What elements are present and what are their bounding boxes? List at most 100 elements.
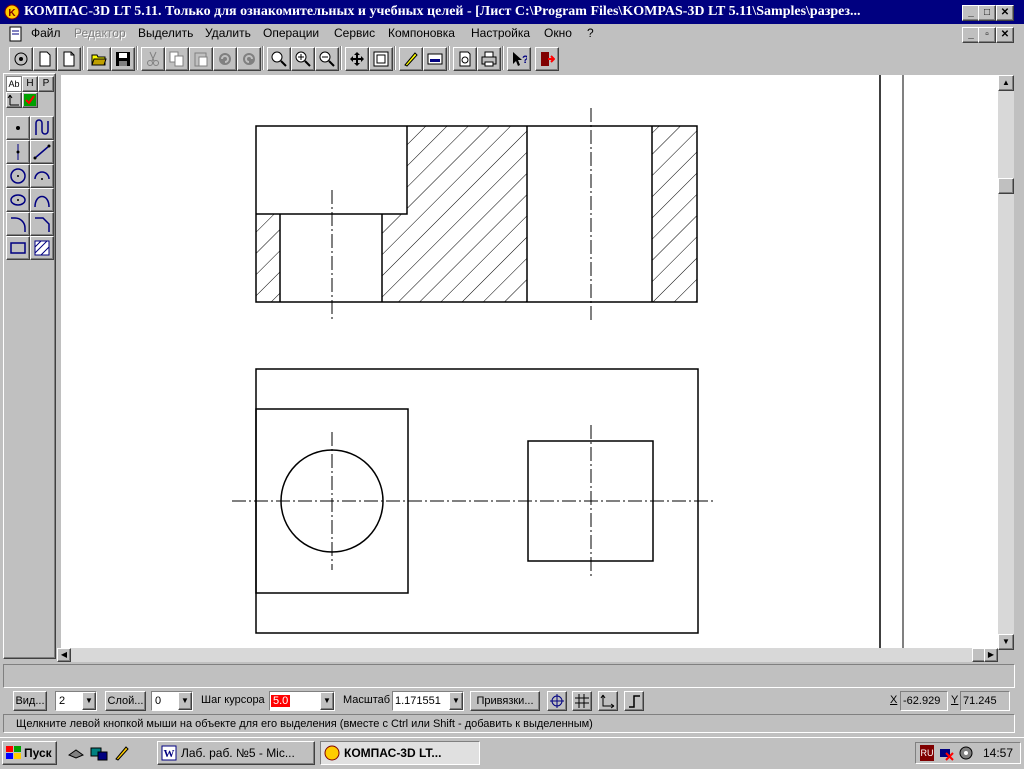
kompas-icon	[324, 745, 340, 761]
show-desktop-icon[interactable]	[90, 745, 108, 761]
local-cs-button[interactable]	[598, 691, 618, 711]
segment-tool[interactable]	[30, 140, 54, 164]
task-word-label: Лаб. раб. №5 - Mic...	[181, 746, 295, 760]
menu-delete[interactable]: Удалить	[205, 26, 251, 40]
network-icon[interactable]	[938, 745, 954, 761]
tab-parameters[interactable]: P	[38, 76, 54, 92]
start-button[interactable]: Пуск	[2, 741, 57, 765]
grid-icon	[575, 694, 589, 708]
point-tool[interactable]	[6, 116, 30, 140]
hatch-tool[interactable]	[30, 236, 54, 260]
print-preview-button[interactable]	[453, 47, 477, 71]
menu-window[interactable]: Окно	[544, 26, 572, 40]
horizontal-scrollbar[interactable]	[57, 648, 998, 662]
ellipse-tool[interactable]	[6, 188, 30, 212]
snap-toggle-button[interactable]	[547, 691, 567, 711]
kompas-logo-icon[interactable]: K	[4, 4, 20, 20]
quicklaunch-icon[interactable]	[68, 745, 84, 761]
tab-select[interactable]	[22, 92, 38, 108]
x-coordinate: -62.929	[900, 691, 948, 711]
volume-icon[interactable]	[958, 745, 974, 761]
doc-close-button[interactable]: ✕	[996, 27, 1014, 43]
zoom-out-icon	[319, 51, 335, 67]
menu-file[interactable]: Файл	[31, 26, 61, 40]
paste-icon	[194, 52, 208, 67]
ortho-button[interactable]	[624, 691, 644, 711]
layer-button[interactable]: Слой...	[105, 691, 146, 711]
print-button[interactable]	[477, 47, 501, 71]
new-fragment-button[interactable]	[57, 47, 81, 71]
exit-button[interactable]	[535, 47, 559, 71]
auxiliary-lines-tool[interactable]	[30, 116, 54, 140]
zoom-all-button[interactable]	[369, 47, 393, 71]
rectangle-icon	[10, 242, 26, 254]
chamfer-tool[interactable]	[30, 212, 54, 236]
tab-text[interactable]: Ab	[6, 76, 22, 92]
scroll-down-button[interactable]: ▼	[998, 634, 1014, 650]
document-icon[interactable]	[8, 26, 24, 42]
menu-operations[interactable]: Операции	[263, 26, 319, 40]
zoom-in-button[interactable]	[291, 47, 315, 71]
zoom-out-button[interactable]	[315, 47, 339, 71]
pan-button[interactable]	[345, 47, 369, 71]
scroll-left-button[interactable]: ◀	[57, 648, 71, 662]
close-button[interactable]: ✕	[996, 5, 1014, 21]
dropdown-arrow-icon[interactable]: ▼	[178, 692, 192, 710]
view-combo[interactable]: 2 ▼	[55, 691, 97, 711]
scroll-right-button[interactable]: ▶	[984, 648, 998, 662]
scroll-up-button[interactable]: ▲	[998, 75, 1014, 91]
open-button[interactable]	[87, 47, 111, 71]
setup-button[interactable]	[9, 47, 33, 71]
view-button[interactable]: Вид...	[13, 691, 47, 711]
scale-combo[interactable]: 1.171551 ▼	[392, 691, 464, 711]
snaps-button[interactable]: Привязки...	[470, 691, 540, 711]
menu-editor[interactable]: Редактор	[74, 26, 126, 40]
layer-combo[interactable]: 0 ▼	[151, 691, 193, 711]
new-sheet-button[interactable]	[33, 47, 57, 71]
redo-button[interactable]	[237, 47, 261, 71]
menu-select[interactable]: Выделить	[138, 26, 193, 40]
plan-view	[232, 368, 715, 634]
exit-icon	[541, 52, 555, 66]
menu-help[interactable]: ?	[587, 26, 594, 40]
doc-restore-button[interactable]: ▫	[978, 27, 996, 43]
tab-dimensions[interactable]: H	[22, 76, 38, 92]
hatch-icon	[34, 240, 50, 256]
grid-button[interactable]	[572, 691, 592, 711]
copy-button[interactable]	[165, 47, 189, 71]
maximize-button[interactable]: □	[978, 5, 996, 21]
circle-tool[interactable]	[6, 164, 30, 188]
arc-tool[interactable]	[30, 164, 54, 188]
properties-button[interactable]	[423, 47, 447, 71]
drawing-canvas[interactable]	[61, 75, 998, 648]
open-icon	[91, 54, 107, 66]
kompas-quicklaunch-icon[interactable]	[114, 745, 130, 761]
dropdown-arrow-icon[interactable]: ▼	[449, 692, 463, 710]
fillet-icon	[11, 217, 26, 232]
task-kompas[interactable]: КОМПАС-3D LT...	[320, 741, 480, 765]
rectangle-tool[interactable]	[6, 236, 30, 260]
task-word[interactable]: W Лаб. раб. №5 - Mic...	[157, 741, 315, 765]
save-button[interactable]	[111, 47, 135, 71]
vertical-line-tool[interactable]	[6, 140, 30, 164]
zoom-window-button[interactable]	[267, 47, 291, 71]
paste-button[interactable]	[189, 47, 213, 71]
fillet-tool[interactable]	[6, 212, 30, 236]
undo-button[interactable]	[213, 47, 237, 71]
context-help-button[interactable]: ?	[507, 47, 531, 71]
cut-button[interactable]	[141, 47, 165, 71]
dropdown-arrow-icon[interactable]: ▼	[82, 692, 96, 710]
language-indicator[interactable]: RU	[920, 745, 934, 761]
tab-measure[interactable]	[6, 92, 22, 108]
spline-tool[interactable]	[30, 188, 54, 212]
vertical-scroll-thumb[interactable]	[998, 178, 1014, 194]
toolbar-separator	[262, 46, 264, 70]
dropdown-arrow-icon[interactable]: ▼	[320, 692, 334, 710]
hint-message: Щелкните левой кнопкой мыши на объекте д…	[3, 714, 1015, 733]
redraw-button[interactable]	[399, 47, 423, 71]
menu-settings[interactable]: Настройка	[471, 26, 530, 40]
cursor-step-combo[interactable]: 5.0 ▼	[269, 691, 335, 711]
menu-layout[interactable]: Компоновка	[388, 26, 455, 40]
menu-service[interactable]: Сервис	[334, 26, 375, 40]
vertical-scrollbar[interactable]	[998, 75, 1014, 648]
